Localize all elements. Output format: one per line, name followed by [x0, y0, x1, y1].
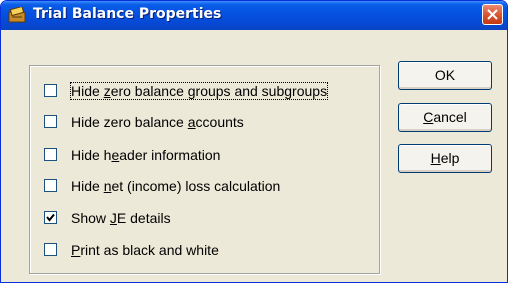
option-label: Hide net (income) loss calculation: [71, 177, 281, 194]
option-hide-zero-balance-groups[interactable]: Hide zero balance groups and subgroups: [44, 81, 329, 100]
checkbox[interactable]: [44, 243, 57, 256]
option-hide-net-loss-calculation[interactable]: Hide net (income) loss calculation: [44, 177, 280, 194]
window-title: Trial Balance Properties: [33, 6, 222, 22]
close-icon: [487, 9, 498, 20]
dialog-window: Trial Balance Properties Hide zero balan…: [0, 0, 508, 283]
option-label: Hide zero balance accounts: [71, 113, 244, 130]
checkbox[interactable]: [44, 179, 57, 192]
checkbox[interactable]: [44, 84, 57, 97]
trial-balance-app-icon: [8, 5, 26, 23]
option-hide-header-information[interactable]: Hide header information: [44, 146, 220, 163]
option-label: Show JE details: [71, 209, 171, 226]
option-hide-zero-balance-accounts[interactable]: Hide zero balance accounts: [44, 113, 244, 130]
option-print-black-and-white[interactable]: Print as black and white: [44, 241, 219, 258]
option-show-je-details[interactable]: Show JE details: [44, 209, 171, 226]
help-button[interactable]: Help: [398, 144, 492, 173]
option-label: Hide header information: [71, 146, 221, 163]
option-label: Hide zero balance groups and subgroups: [69, 81, 329, 100]
checkmark-icon: [46, 213, 55, 222]
option-label: Print as black and white: [71, 241, 219, 258]
close-button[interactable]: [482, 4, 503, 25]
checkbox[interactable]: [44, 115, 57, 128]
checkbox[interactable]: [44, 211, 57, 224]
ok-button[interactable]: OK: [398, 61, 492, 90]
checkbox[interactable]: [44, 148, 57, 161]
title-bar[interactable]: Trial Balance Properties: [1, 1, 507, 30]
cancel-button[interactable]: Cancel: [398, 103, 492, 132]
